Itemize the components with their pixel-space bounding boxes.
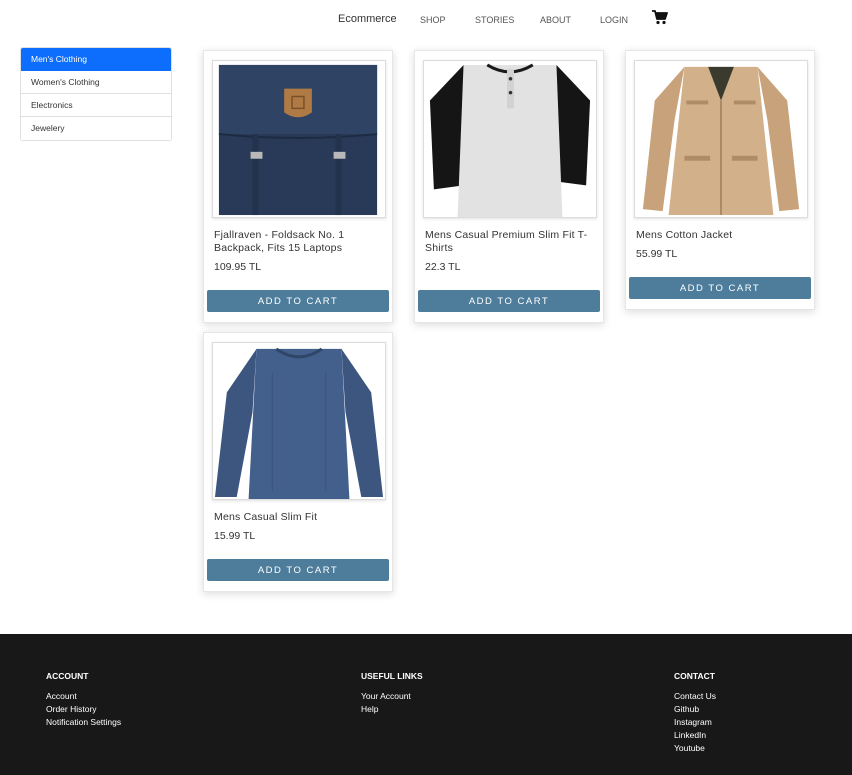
add-to-cart-button[interactable]: ADD TO CART — [207, 290, 389, 312]
footer-link-notification-settings[interactable]: Notification Settings — [46, 716, 121, 729]
footer-link-order-history[interactable]: Order History — [46, 703, 121, 716]
nav-link-login[interactable]: LOGIN — [600, 15, 628, 25]
category-jewelery[interactable]: Jewelery — [21, 117, 171, 140]
category-electronics[interactable]: Electronics — [21, 94, 171, 117]
product-card: Mens Casual Premium Slim Fit T-Shirts 22… — [414, 50, 604, 323]
footer-link-your-account[interactable]: Your Account — [361, 690, 423, 703]
category-womens-clothing[interactable]: Women's Clothing — [21, 71, 171, 94]
footer-link-linkedin[interactable]: LinkedIn — [674, 729, 716, 742]
footer-heading-account: ACCOUNT — [46, 671, 89, 681]
footer-link-instagram[interactable]: Instagram — [674, 716, 716, 729]
footer-account-column: ACCOUNT Account Order History Notificati… — [46, 671, 121, 729]
product-image-longsleeve[interactable] — [212, 342, 386, 500]
footer-link-help[interactable]: Help — [361, 703, 423, 716]
nav-link-stories[interactable]: STORIES — [475, 15, 514, 25]
product-price: 109.95 TL — [214, 261, 262, 273]
site-footer: ACCOUNT Account Order History Notificati… — [0, 634, 852, 775]
footer-link-youtube[interactable]: Youtube — [674, 742, 716, 755]
product-image-jacket[interactable] — [634, 60, 808, 218]
add-to-cart-button[interactable]: ADD TO CART — [207, 559, 389, 581]
product-price: 55.99 TL — [636, 248, 678, 260]
top-navbar: Ecommerce SHOP STORIES ABOUT LOGIN — [0, 0, 852, 40]
product-image-tshirt[interactable] — [423, 60, 597, 218]
footer-link-github[interactable]: Github — [674, 703, 716, 716]
product-card: Mens Casual Slim Fit 15.99 TL ADD TO CAR… — [203, 332, 393, 592]
product-price: 15.99 TL — [214, 530, 256, 542]
add-to-cart-button[interactable]: ADD TO CART — [418, 290, 600, 312]
product-title[interactable]: Mens Casual Premium Slim Fit T-Shirts — [425, 229, 597, 255]
product-price: 22.3 TL — [425, 261, 461, 273]
footer-useful-links-column: USEFUL LINKS Your Account Help — [361, 671, 423, 716]
footer-heading-useful-links: USEFUL LINKS — [361, 671, 423, 681]
category-mens-clothing[interactable]: Men's Clothing — [21, 48, 171, 71]
product-card: Mens Cotton Jacket 55.99 TL ADD TO CART — [625, 50, 815, 310]
nav-link-shop[interactable]: SHOP — [420, 15, 446, 25]
product-card: Fjallraven - Foldsack No. 1 Backpack, Fi… — [203, 50, 393, 323]
product-image-backpack[interactable] — [212, 60, 386, 218]
footer-heading-contact: CONTACT — [674, 671, 715, 681]
product-title[interactable]: Mens Cotton Jacket — [636, 229, 808, 242]
brand-logo[interactable]: Ecommerce — [338, 13, 397, 25]
footer-link-contact-us[interactable]: Contact Us — [674, 690, 716, 703]
add-to-cart-button[interactable]: ADD TO CART — [629, 277, 811, 299]
product-title[interactable]: Mens Casual Slim Fit — [214, 511, 386, 524]
category-list: Men's Clothing Women's Clothing Electron… — [20, 47, 172, 141]
footer-link-account[interactable]: Account — [46, 690, 121, 703]
shopping-cart-icon[interactable] — [652, 10, 668, 25]
product-title[interactable]: Fjallraven - Foldsack No. 1 Backpack, Fi… — [214, 229, 386, 255]
nav-link-about[interactable]: ABOUT — [540, 15, 571, 25]
footer-contact-column: CONTACT Contact Us Github Instagram Link… — [674, 671, 716, 755]
